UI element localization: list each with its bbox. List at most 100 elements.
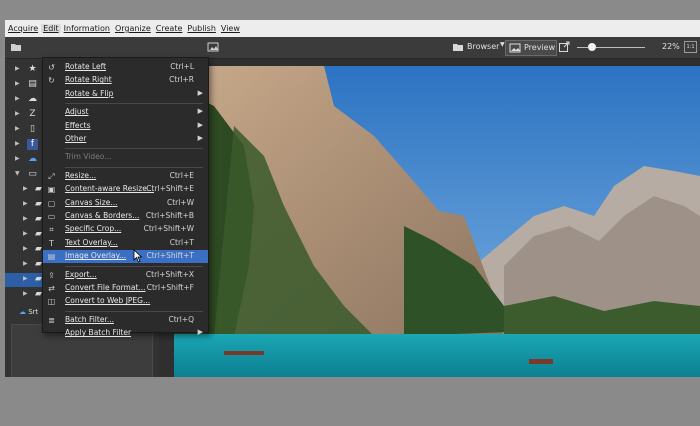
cloud-icon: ☁: [28, 94, 37, 104]
cloud-icon: ☁: [19, 308, 26, 316]
menu-item-shortcut: Ctrl+Shift+F: [146, 283, 194, 292]
batch-filter-icon: ≣: [48, 315, 55, 325]
menu-item-label: Export...: [65, 269, 97, 279]
chevron-right-icon[interactable]: ▶: [23, 185, 28, 192]
menu-edit[interactable]: Edit: [41, 24, 61, 33]
menu-item-apply-batch-filter[interactable]: Apply Batch Filter ▶: [43, 327, 208, 340]
chevron-down-icon[interactable]: ▼: [500, 41, 505, 48]
chevron-right-icon[interactable]: ▶: [15, 140, 20, 147]
image-add-icon[interactable]: [207, 41, 219, 53]
menu-separator: [65, 265, 203, 267]
menu-create[interactable]: Create: [154, 24, 185, 33]
text-overlay-icon: T: [49, 238, 54, 248]
menu-item-rotate-left[interactable]: ↺ Rotate Left Ctrl+L: [43, 61, 208, 74]
chevron-right-icon: ▶: [197, 134, 203, 142]
menu-publish[interactable]: Publish: [185, 24, 218, 33]
chevron-right-icon: ▶: [197, 328, 203, 337]
menu-item-other[interactable]: Other ▶: [43, 133, 208, 146]
image-preview[interactable]: [174, 66, 700, 377]
zoom-slider-thumb[interactable]: [587, 43, 596, 51]
chevron-right-icon[interactable]: ▶: [23, 245, 28, 252]
chevron-right-icon[interactable]: ▶: [15, 125, 20, 132]
chevron-right-icon[interactable]: ▶: [23, 230, 28, 237]
chevron-right-icon[interactable]: ▶: [23, 260, 28, 267]
canvas-borders-icon: ▭: [47, 212, 56, 221]
chevron-right-icon: ▶: [197, 120, 203, 129]
menu-item-effects[interactable]: Effects ▶: [43, 120, 208, 133]
fit-window-icon[interactable]: 1:1: [684, 41, 697, 53]
chevron-down-icon[interactable]: ▼: [15, 170, 20, 177]
mouse-cursor-icon: [133, 249, 143, 263]
browser-button[interactable]: Browser: [467, 42, 499, 51]
menu-item-shortcut: Ctrl+R: [169, 75, 194, 85]
menu-item-text-overlay[interactable]: T Text Overlay... Ctrl+T: [43, 237, 208, 250]
image-overlay-icon: ▤: [47, 252, 56, 262]
chevron-right-icon[interactable]: ▶: [15, 65, 20, 72]
star-icon: ★: [28, 64, 37, 74]
chevron-right-icon[interactable]: ▶: [15, 95, 20, 102]
menu-separator: [65, 148, 203, 150]
menu-item-canvas-size[interactable]: ▢ Canvas Size... Ctrl+W: [43, 197, 208, 210]
menu-item-export[interactable]: ⇪ Export... Ctrl+Shift+X: [43, 269, 208, 282]
menu-item-convert-to-web-jpeg[interactable]: ◫ Convert to Web JPEG...: [43, 295, 208, 308]
menu-item-label: Rotate Right: [65, 75, 112, 85]
web-jpeg-icon: ◫: [47, 297, 56, 307]
convert-icon: ⇄: [48, 284, 55, 293]
menu-item-image-overlay[interactable]: ▤ Image Overlay... Ctrl+Shift+T: [43, 250, 208, 264]
menu-information[interactable]: Information: [62, 24, 112, 33]
menu-item-shortcut: Ctrl+W: [166, 197, 194, 207]
monitor-icon: ▭: [28, 169, 37, 179]
folder-icon[interactable]: [452, 41, 464, 53]
menu-item-label: Specific Crop...: [65, 224, 122, 234]
content-aware-icon: ▣: [47, 185, 56, 195]
preview-button[interactable]: Preview: [505, 40, 557, 56]
tree-partial-label[interactable]: ☁ Srt: [19, 308, 38, 316]
resize-icon: ⤢: [48, 171, 55, 181]
menu-item-label: Canvas Size...: [65, 197, 118, 207]
document-icon: ▤: [28, 79, 37, 89]
menu-item-batch-filter[interactable]: ≣ Batch Filter... Ctrl+Q: [43, 314, 208, 327]
phone-icon: ▯: [30, 124, 35, 134]
open-folder-icon[interactable]: [10, 41, 22, 53]
open-external-icon[interactable]: [558, 41, 570, 53]
chevron-right-icon: ▶: [197, 107, 203, 116]
menu-item-label: Resize...: [65, 170, 97, 180]
toolbar: Browser ▼ Preview 22% 1:1: [5, 37, 700, 59]
menu-view[interactable]: View: [219, 24, 242, 33]
menu-item-shortcut: Ctrl+Shift+X: [145, 269, 194, 279]
menu-item-label: Convert to Web JPEG...: [65, 296, 151, 306]
menu-item-shortcut: Ctrl+T: [169, 237, 194, 247]
facebook-icon: f: [27, 139, 38, 150]
menu-separator: [65, 103, 203, 105]
menu-item-canvas-borders[interactable]: ▭ Canvas & Borders... Ctrl+Shift+B: [43, 210, 208, 223]
menu-item-label: Adjust: [65, 107, 89, 117]
menu-item-convert-file-format[interactable]: ⇄ Convert File Format... Ctrl+Shift+F: [43, 282, 208, 295]
menu-organize[interactable]: Organize: [113, 24, 153, 33]
chevron-right-icon[interactable]: ▶: [23, 200, 28, 207]
preview-label: Preview: [524, 43, 556, 52]
menu-item-rotate-flip[interactable]: Rotate & Flip ▶: [43, 88, 208, 101]
menu-item-adjust[interactable]: Adjust ▶: [43, 106, 208, 119]
chevron-right-icon[interactable]: ▶: [23, 290, 28, 297]
chevron-right-icon[interactable]: ▶: [15, 155, 20, 162]
menu-item-label: Convert File Format...: [65, 283, 146, 292]
menu-item-label: Text Overlay...: [65, 237, 118, 247]
menu-item-label: Apply Batch Filter: [65, 328, 132, 338]
chevron-right-icon[interactable]: ▶: [15, 110, 20, 117]
menu-item-trim-video: Trim Video...: [43, 151, 208, 164]
menu-item-rotate-right[interactable]: ↻ Rotate Right Ctrl+R: [43, 74, 208, 87]
chevron-right-icon[interactable]: ▶: [23, 215, 28, 222]
chevron-right-icon[interactable]: ▶: [23, 275, 28, 282]
menu-item-shortcut: Ctrl+L: [170, 62, 194, 71]
menu-separator: [65, 310, 203, 312]
edit-menu: ↺ Rotate Left Ctrl+L ↻ Rotate Right Ctrl+R Rot…: [42, 57, 209, 337]
menu-acquire[interactable]: Acquire: [6, 24, 40, 33]
chevron-right-icon[interactable]: ▶: [15, 80, 20, 87]
menu-item-specific-crop[interactable]: ⌗ Specific Crop... Ctrl+Shift+W: [43, 223, 208, 236]
menu-item-label: Rotate Left: [65, 62, 107, 71]
menu-item-label: Image Overlay...: [65, 251, 127, 261]
export-icon: ⇪: [48, 270, 55, 280]
menu-item-resize[interactable]: ⤢ Resize... Ctrl+E: [43, 170, 208, 183]
chevron-right-icon: ▶: [197, 88, 203, 97]
menu-item-content-aware-resize[interactable]: ▣ Content-aware Resize... Ctrl+Shift+E: [43, 183, 208, 196]
